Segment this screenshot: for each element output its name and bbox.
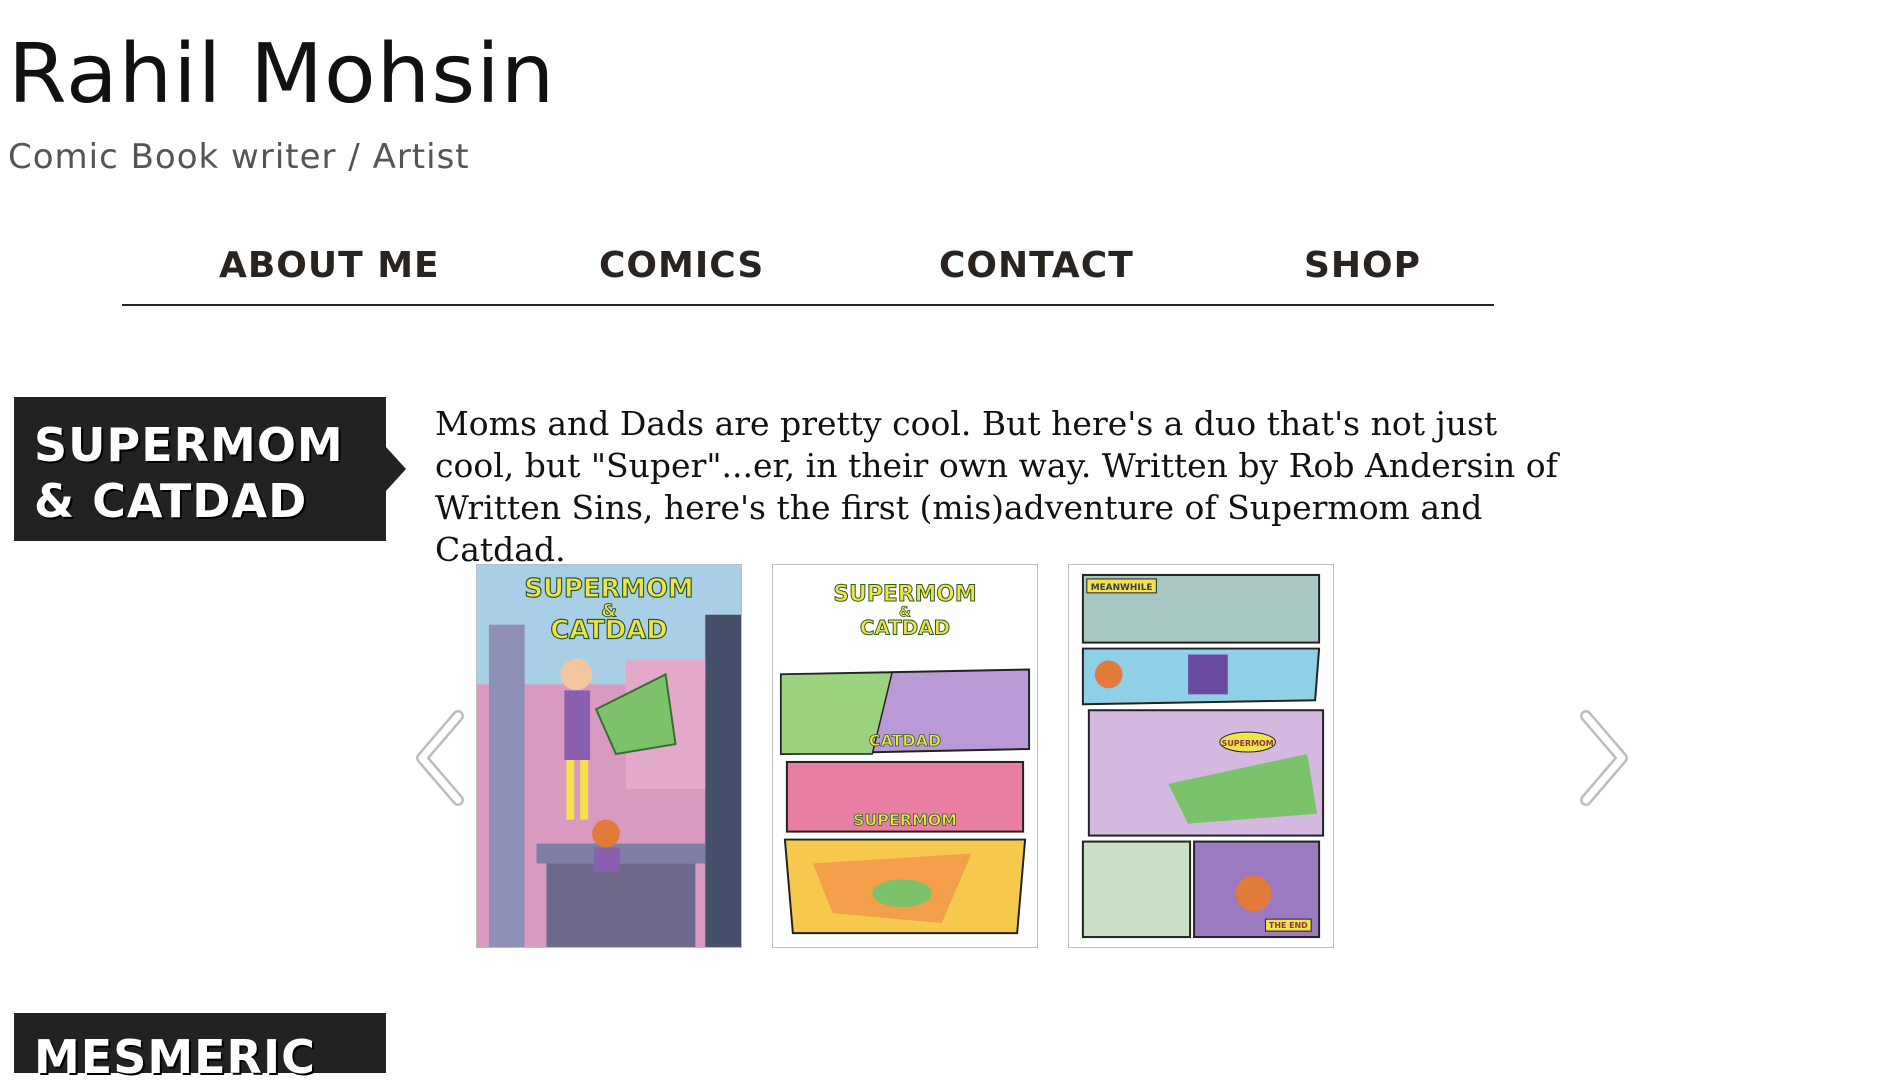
- caption-meanwhile: MEANWHILE: [1091, 583, 1153, 593]
- cover-title-line2: CATDAD: [550, 616, 667, 646]
- section-label-line2: & CATDAD: [34, 474, 308, 528]
- nav-about-me[interactable]: ABOUT ME: [219, 248, 440, 284]
- caption-the-end: THE END: [1269, 921, 1308, 930]
- section-label-supermom-catdad: SUPERMOM & CATDAD: [14, 397, 406, 541]
- comic-page-thumbnail-2[interactable]: SUPERMOM & CATDAD CATDAD SUPERMOM: [772, 564, 1038, 948]
- nav-shop[interactable]: SHOP: [1304, 248, 1421, 284]
- comic-cover-image: SUPERMOM & CATDAD: [477, 565, 741, 947]
- panel-label-catdad: CATDAD: [869, 731, 941, 750]
- sfx-supermom: SUPERMOM: [1222, 739, 1274, 748]
- section-label-line1: SUPERMOM: [34, 418, 344, 472]
- comic-page-thumbnail-1[interactable]: SUPERMOM & CATDAD: [476, 564, 742, 948]
- comic-page-image: SUPERMOM & CATDAD CATDAD SUPERMOM: [773, 565, 1037, 947]
- chevron-left-icon: [416, 710, 464, 806]
- comic-page-image: MEANWHILE SUPERMOM THE END: [1069, 565, 1333, 947]
- comic-page-thumbnail-3[interactable]: MEANWHILE SUPERMOM THE END: [1068, 564, 1334, 948]
- nav-contact[interactable]: CONTACT: [939, 248, 1134, 284]
- page-title-line1: SUPERMOM: [833, 582, 976, 607]
- cover-title-line1: SUPERMOM: [524, 574, 693, 604]
- gallery-prev-button[interactable]: [410, 708, 470, 808]
- gallery-next-button[interactable]: [1574, 708, 1634, 808]
- chevron-right-icon: [1580, 710, 1628, 806]
- page-title-line2: CATDAD: [860, 617, 950, 640]
- section-label-mesmeric: MESMERIC: [14, 1013, 386, 1084]
- main-nav: ABOUT ME COMICS CONTACT SHOP: [122, 238, 1494, 306]
- section-label-line1: MESMERIC: [34, 1030, 316, 1084]
- site-title: Rahil Mohsin: [8, 27, 556, 122]
- nav-comics[interactable]: COMICS: [599, 248, 764, 284]
- site-subtitle: Comic Book writer / Artist: [8, 137, 470, 177]
- section-description: Moms and Dads are pretty cool. But here'…: [435, 404, 1558, 569]
- panel-label-supermom: SUPERMOM: [853, 811, 957, 830]
